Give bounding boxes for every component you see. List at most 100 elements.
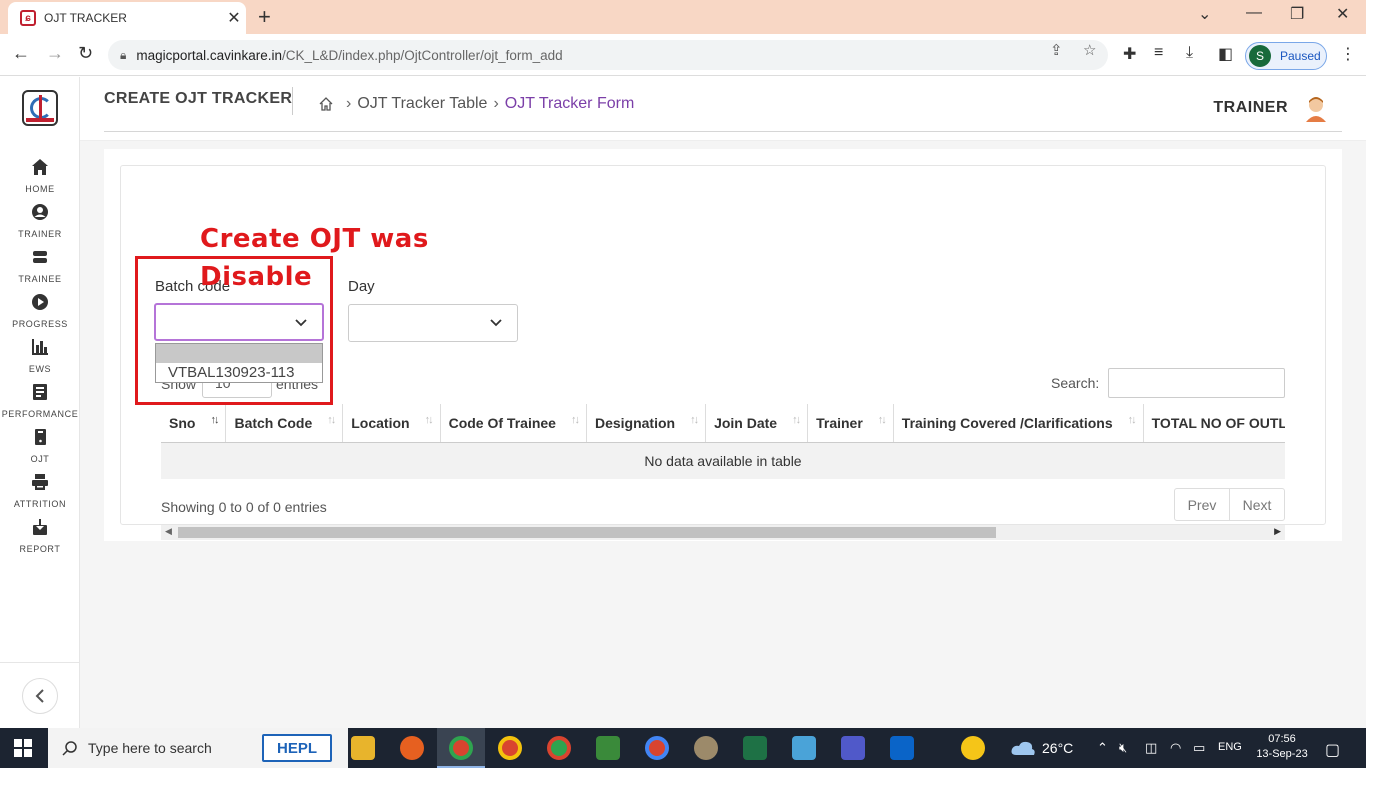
url-host: magicportal.cavinkare.in	[136, 47, 282, 63]
sidebar-item-performance[interactable]: PERFORMANCE	[0, 383, 80, 422]
wifi-icon[interactable]: ◠	[1170, 740, 1181, 756]
reload-button[interactable]: ↻	[78, 43, 93, 64]
sidebar-item-report[interactable]: REPORT	[0, 518, 80, 557]
outlook-icon[interactable]	[890, 736, 914, 760]
chart-app-icon[interactable]	[596, 736, 620, 760]
column-header[interactable]: TOTAL NO OF OUTLETS↑↓	[1143, 404, 1285, 443]
scrollbar-thumb[interactable]	[178, 527, 996, 538]
camera-icon[interactable]: ◫	[1145, 740, 1157, 756]
home-outline-icon[interactable]	[318, 96, 334, 112]
scroll-right-arrow-icon[interactable]: ▶	[1274, 526, 1281, 537]
tray-chevron-icon[interactable]: ⌃	[1097, 740, 1108, 756]
browser-menu-icon[interactable]: ⋮	[1340, 44, 1356, 64]
sidebar-item-label: TRAINER	[18, 229, 62, 239]
column-header[interactable]: Training Covered /Clarifications ↑↓	[893, 404, 1144, 443]
lock-icon[interactable]: 🔒︎	[120, 48, 126, 63]
breadcrumb-parent-link[interactable]: OJT Tracker Table	[357, 95, 487, 113]
column-header-label: Trainer	[816, 414, 863, 431]
browser-tab-strip: ɕ OJT TRACKER ✕ + ⌄ — ❐ ✕	[0, 0, 1366, 34]
sidebar-item-trainer[interactable]: TRAINER	[0, 203, 80, 242]
help-icon[interactable]	[961, 736, 985, 760]
column-header-label: Location	[351, 414, 410, 431]
sidebar-item-ojt[interactable]: OJT	[0, 428, 80, 467]
column-header[interactable]: Designation ↑↓	[586, 404, 707, 443]
paint-icon[interactable]	[694, 736, 718, 760]
sidebar-item-trainee[interactable]: TRAINEE	[0, 248, 80, 287]
address-bar-row: ← → ↻ 🔒︎ magicportal.cavinkare.in/CK_L&D…	[0, 34, 1366, 76]
side-panel-icon[interactable]: ◧	[1218, 44, 1233, 64]
column-header[interactable]: Code Of Trainee ↑↓	[440, 404, 587, 443]
extensions-icon[interactable]: ✚	[1123, 44, 1136, 64]
back-button[interactable]: ←	[12, 43, 30, 64]
column-header[interactable]: Trainer ↑↓	[807, 404, 894, 443]
chrome-icon[interactable]	[498, 736, 522, 760]
notifications-icon[interactable]: ▢	[1325, 740, 1340, 760]
app-logo[interactable]	[22, 90, 58, 126]
empty-table-message: No data available in table	[161, 443, 1285, 479]
clock-time: 07:56	[1268, 733, 1296, 745]
column-header[interactable]: Batch Code ↑↓	[225, 404, 344, 443]
chrome-icon[interactable]	[645, 736, 669, 760]
table-search-input[interactable]	[1108, 368, 1285, 398]
weather-temperature[interactable]: 26°C	[1042, 740, 1073, 756]
sidebar: HOME TRAINER TRAINEE PROGRESS EWS PERFOR…	[0, 77, 80, 728]
day-select[interactable]	[348, 304, 518, 342]
chrome-icon[interactable]	[547, 736, 571, 760]
close-tab-icon[interactable]: ✕	[222, 8, 246, 28]
downloads-icon[interactable]: ⤓	[1186, 44, 1193, 62]
breadcrumb: › OJT Tracker Table › OJT Tracker Form	[318, 95, 634, 113]
bookmark-star-icon[interactable]: ☆	[1083, 41, 1096, 59]
media-queue-icon[interactable]: ≡	[1154, 44, 1163, 62]
weather-cloud-icon[interactable]	[1010, 740, 1036, 756]
new-tab-button[interactable]: +	[258, 4, 271, 30]
window-close-button[interactable]: ✕	[1336, 4, 1349, 24]
sidebar-item-ews[interactable]: EWS	[0, 338, 80, 377]
taskbar-clock[interactable]: 07:56 13-Sep-23	[1254, 732, 1310, 762]
scroll-left-arrow-icon[interactable]: ◀	[165, 526, 172, 537]
file-explorer-icon[interactable]	[351, 736, 375, 760]
browser-tab[interactable]: ɕ OJT TRACKER ✕	[8, 2, 246, 34]
minimize-button[interactable]: —	[1246, 4, 1262, 22]
hepl-app-icon[interactable]: HEPL	[262, 734, 332, 762]
user-avatar[interactable]	[1302, 94, 1330, 122]
notes-icon[interactable]	[792, 736, 816, 760]
horizontal-scrollbar[interactable]: ◀ ▶	[161, 525, 1285, 540]
chrome-profile-icon[interactable]	[449, 736, 473, 760]
next-page-button[interactable]: Next	[1230, 489, 1284, 520]
table-header-row: Sno ↑↓ Batch Code ↑↓ Location ↑↓ Code Of Tr…	[161, 404, 1285, 443]
collapse-sidebar-button[interactable]	[22, 678, 58, 714]
sidebar-item-label: HOME	[25, 184, 55, 194]
column-header[interactable]: Location ↑↓	[342, 404, 441, 443]
profile-chip[interactable]: S Paused	[1245, 42, 1327, 70]
printer-icon	[32, 474, 48, 490]
clock-date: 13-Sep-23	[1256, 748, 1308, 760]
column-header[interactable]: Join Date ↑↓	[705, 404, 809, 443]
annotation-text: Create OJT was Disable	[200, 220, 460, 296]
volume-icon[interactable]: 🔇︎	[1119, 740, 1127, 756]
url-omnibox[interactable]: 🔒︎ magicportal.cavinkare.in/CK_L&D/index…	[108, 40, 1108, 70]
column-header[interactable]: Sno ↑↓	[161, 404, 227, 443]
sidebar-divider	[0, 662, 80, 663]
battery-icon[interactable]: ▭	[1193, 740, 1205, 756]
sidebar-item-attrition[interactable]: ATTRITION	[0, 473, 80, 512]
teams-icon[interactable]	[841, 736, 865, 760]
tab-search-chevron-icon[interactable]: ⌄	[1198, 4, 1211, 24]
sort-icon: ↑↓	[327, 414, 336, 426]
sidebar-item-label: OJT	[30, 454, 50, 464]
windows-start-icon[interactable]	[14, 739, 32, 757]
bar-chart-icon	[32, 339, 48, 355]
sidebar-item-progress[interactable]: PROGRESS	[0, 293, 80, 332]
share-icon[interactable]: ⇪	[1050, 41, 1063, 59]
breadcrumb-current: OJT Tracker Form	[504, 95, 635, 112]
firefox-icon[interactable]	[400, 736, 424, 760]
forward-button[interactable]: →	[46, 43, 64, 64]
prev-page-button[interactable]: Prev	[1175, 489, 1230, 520]
sort-icon: ↑↓	[877, 414, 887, 426]
home-icon	[32, 159, 48, 175]
restore-button[interactable]: ❐	[1290, 4, 1304, 24]
excel-icon[interactable]	[743, 736, 767, 760]
sidebar-item-home[interactable]: HOME	[0, 158, 80, 197]
annotation-line-1: Create OJT was	[200, 224, 429, 254]
input-language[interactable]: ENG	[1218, 741, 1242, 753]
pagination: Prev Next	[1174, 488, 1285, 521]
